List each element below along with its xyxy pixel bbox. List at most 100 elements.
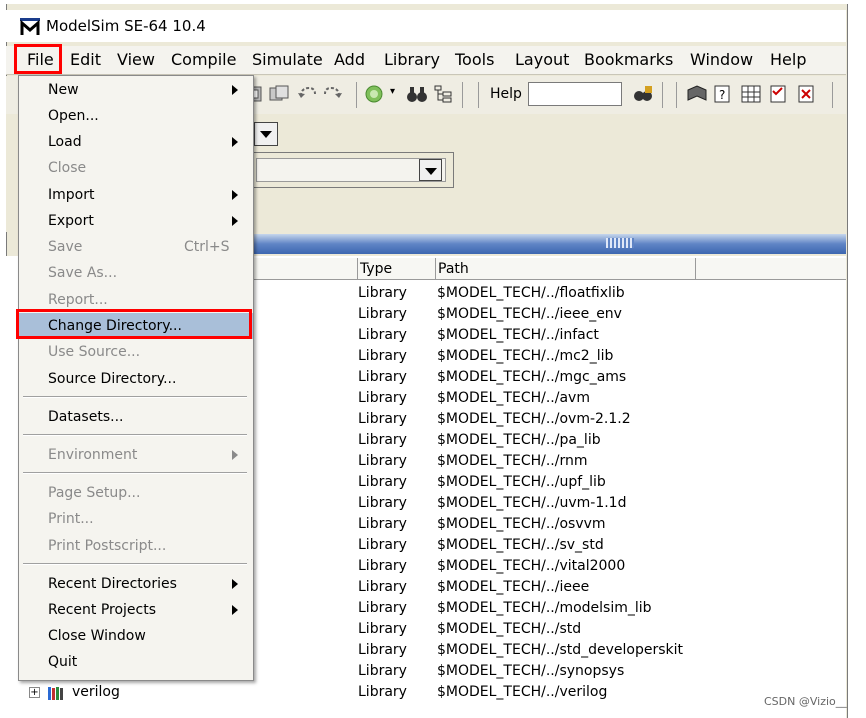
- submenu-arrow-icon: [232, 190, 238, 200]
- toolbar-separator: [478, 82, 479, 108]
- table-grid-icon[interactable]: [740, 84, 762, 104]
- file-menu-item-recent-projects[interactable]: Recent Projects: [19, 597, 253, 623]
- submenu-arrow-icon: [232, 137, 238, 147]
- menu-item-label: Source Directory...: [48, 371, 177, 387]
- library-path: $MODEL_TECH/../infact: [437, 327, 599, 343]
- menu-edit[interactable]: Edit: [70, 50, 101, 70]
- help-search-input[interactable]: [528, 82, 622, 106]
- menu-item-label: Print Postscript...: [48, 538, 167, 554]
- structure-icon[interactable]: [432, 84, 454, 104]
- library-type: Library: [358, 306, 407, 322]
- file-menu-item-new[interactable]: New: [19, 77, 253, 103]
- toolbar-separator: [662, 82, 663, 108]
- library-type: Library: [358, 663, 407, 679]
- library-path: $MODEL_TECH/../vital2000: [437, 558, 626, 574]
- library-path: $MODEL_TECH/../ieee_env: [437, 306, 622, 322]
- menu-compile[interactable]: Compile: [171, 50, 236, 70]
- file-menu-item-environment[interactable]: Environment: [19, 442, 253, 468]
- help-search-label: Help: [490, 86, 522, 102]
- file-menu-item-datasets[interactable]: Datasets...: [19, 404, 253, 430]
- column-header-name[interactable]: [240, 258, 358, 280]
- help-search-icon[interactable]: [632, 84, 654, 104]
- file-menu-item-load[interactable]: Load: [19, 129, 253, 155]
- pane-divider-bar[interactable]: [240, 234, 846, 254]
- library-path: $MODEL_TECH/../mc2_lib: [437, 348, 614, 364]
- change-directory-highlight-box: [16, 309, 252, 339]
- file-menu-item-recent-directories[interactable]: Recent Directories: [19, 571, 253, 597]
- column-header-path[interactable]: Path: [436, 258, 696, 280]
- menu-library[interactable]: Library: [384, 50, 440, 70]
- compile-all-icon[interactable]: [268, 84, 290, 104]
- library-type: Library: [358, 537, 407, 553]
- book-help-icon[interactable]: [686, 84, 708, 104]
- library-path: $MODEL_TECH/../avm: [437, 390, 590, 406]
- menu-item-label: Page Setup...: [48, 485, 141, 501]
- library-type: Library: [358, 453, 407, 469]
- library-books-icon: [48, 687, 63, 700]
- menu-help[interactable]: Help: [770, 50, 806, 70]
- menu-tools[interactable]: Tools: [455, 50, 494, 70]
- file-menu-item-import[interactable]: Import: [19, 182, 253, 208]
- menu-item-label: Quit: [48, 654, 78, 670]
- file-menu-item-print-postscript[interactable]: Print Postscript...: [19, 533, 253, 559]
- find-binoculars-icon[interactable]: [406, 84, 428, 104]
- filter-dropdown-button[interactable]: [254, 122, 278, 146]
- menu-item-label: Environment: [48, 447, 138, 463]
- file-menu-dropdown: New Open... Load Close Import Export Save Ctrl+…: [18, 75, 254, 681]
- toolbar-separator: [832, 82, 833, 108]
- submenu-arrow-icon: [232, 85, 238, 95]
- file-menu-item-open[interactable]: Open...: [19, 103, 253, 129]
- toolbar-separator: [356, 82, 357, 108]
- menu-add[interactable]: Add: [334, 50, 365, 70]
- library-type: Library: [358, 516, 407, 532]
- expand-plus-icon[interactable]: +: [29, 687, 40, 698]
- checklist-icon[interactable]: [768, 84, 790, 104]
- menu-layout[interactable]: Layout: [515, 50, 569, 70]
- menu-item-label: Close: [48, 160, 87, 176]
- library-path: $MODEL_TECH/../sv_std: [437, 537, 604, 553]
- menu-item-label: Export: [48, 213, 94, 229]
- dropdown-arrow-icon[interactable]: ▾: [390, 86, 395, 97]
- file-menu-item-close[interactable]: Close: [19, 155, 253, 181]
- file-menu-item-use-source[interactable]: Use Source...: [19, 339, 253, 365]
- file-menu-item-page-setup[interactable]: Page Setup...: [19, 480, 253, 506]
- library-type: Library: [358, 432, 407, 448]
- menu-view[interactable]: View: [117, 50, 155, 70]
- close-doc-icon[interactable]: [796, 84, 818, 104]
- library-type: Library: [358, 579, 407, 595]
- menu-simulate[interactable]: Simulate: [252, 50, 323, 70]
- pane-grip-handle[interactable]: [606, 238, 634, 248]
- toolbar-separator: [676, 82, 677, 108]
- file-menu-item-export[interactable]: Export: [19, 208, 253, 234]
- menu-bookmarks[interactable]: Bookmarks: [584, 50, 673, 70]
- library-path: $MODEL_TECH/../mgc_ams: [437, 369, 627, 385]
- library-path: $MODEL_TECH/../std_developerskit: [437, 642, 684, 658]
- library-type: Library: [358, 684, 407, 700]
- table-row[interactable]: + verilog Library $MODEL_TECH/../verilog: [0, 682, 866, 703]
- column-header-type[interactable]: Type: [358, 258, 436, 280]
- file-menu-item-save[interactable]: Save Ctrl+S: [19, 234, 253, 260]
- toolbar-separator: [462, 82, 463, 108]
- file-menu-item-close-window[interactable]: Close Window: [19, 623, 253, 649]
- menu-item-label: Save As...: [48, 265, 118, 281]
- redo-icon[interactable]: [321, 84, 343, 104]
- file-menu-item-save-as[interactable]: Save As...: [19, 260, 253, 286]
- file-menu-highlight-box: [14, 44, 62, 74]
- menu-item-shortcut: Ctrl+S: [184, 239, 230, 255]
- undo-icon[interactable]: [297, 84, 319, 104]
- library-combo-box[interactable]: [256, 158, 446, 182]
- submenu-arrow-icon: [232, 605, 238, 615]
- simulate-icon[interactable]: [364, 84, 386, 104]
- file-menu-item-source-directory[interactable]: Source Directory...: [19, 366, 253, 392]
- file-menu-item-print[interactable]: Print...: [19, 506, 253, 532]
- library-path: $MODEL_TECH/../osvvm: [437, 516, 606, 532]
- library-type: Library: [358, 642, 407, 658]
- doc-help-icon[interactable]: ?: [712, 84, 734, 104]
- library-type: Library: [358, 327, 407, 343]
- library-type: Library: [358, 369, 407, 385]
- menu-item-label: Close Window: [48, 628, 146, 644]
- file-menu-item-quit[interactable]: Quit: [19, 649, 253, 675]
- library-combo-dropdown-button[interactable]: [419, 159, 442, 181]
- menu-separator: [23, 396, 247, 398]
- menu-window[interactable]: Window: [690, 50, 753, 70]
